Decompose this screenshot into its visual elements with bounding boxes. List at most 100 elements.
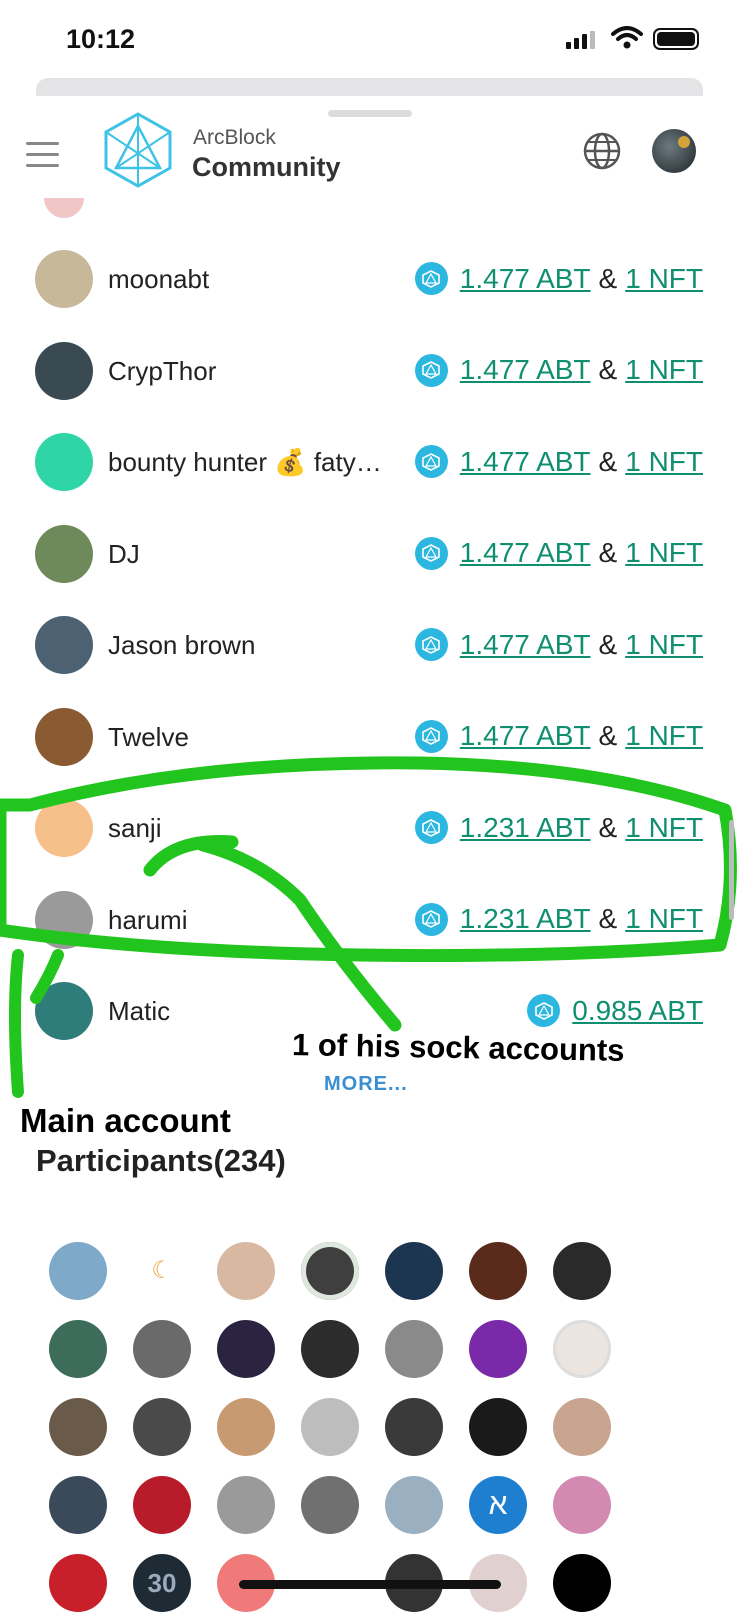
- nft-link[interactable]: 1 NFT: [625, 537, 703, 569]
- participant-avatar[interactable]: [385, 1242, 443, 1300]
- winner-avatar[interactable]: [35, 433, 93, 491]
- participant-avatar[interactable]: ☾: [133, 1242, 191, 1300]
- winner-name[interactable]: moonabt: [108, 264, 209, 295]
- abt-token-icon: [414, 811, 448, 844]
- participant-avatar[interactable]: [301, 1320, 359, 1378]
- participant-avatar[interactable]: [553, 1242, 611, 1300]
- winner-reward: 1.231 ABT & 1 NFT: [414, 811, 703, 844]
- winner-row[interactable]: sanji 1.231 ABT & 1 NFT: [0, 799, 739, 859]
- winner-avatar[interactable]: [35, 799, 93, 857]
- abt-amount-link[interactable]: 1.477 ABT: [460, 446, 591, 478]
- ampersand: &: [598, 354, 618, 385]
- participant-avatar[interactable]: א: [469, 1476, 527, 1534]
- winner-name[interactable]: harumi: [108, 905, 187, 936]
- menu-icon[interactable]: [26, 142, 59, 175]
- participant-avatar[interactable]: [385, 1398, 443, 1456]
- nft-link[interactable]: 1 NFT: [625, 720, 703, 752]
- winner-row[interactable]: bounty hunter 💰 faty… 1.477 ABT & 1 NFT: [0, 433, 739, 493]
- winner-reward: 1.477 ABT & 1 NFT: [414, 536, 703, 570]
- participant-avatar[interactable]: [385, 1320, 443, 1378]
- participant-avatar[interactable]: [49, 1476, 107, 1534]
- participant-avatar[interactable]: [49, 1554, 107, 1612]
- winner-row[interactable]: CrypThor 1.477 ABT & 1 NFT: [0, 341, 739, 402]
- thirty-glyph: 30: [147, 1568, 177, 1598]
- app-header: ArcBlock Community: [0, 100, 739, 208]
- abt-amount-link[interactable]: 1.477 ABT: [460, 263, 591, 295]
- scrollbar[interactable]: [729, 820, 734, 920]
- status-bar: 10:12: [0, 0, 739, 80]
- participant-avatar[interactable]: [469, 1242, 527, 1300]
- participant-avatar[interactable]: [553, 1398, 611, 1456]
- more-link[interactable]: MORE...: [324, 1073, 408, 1096]
- participant-avatar[interactable]: [301, 1398, 359, 1456]
- abt-amount-link[interactable]: 0.985 ABT: [572, 995, 703, 1027]
- participant-avatar[interactable]: [385, 1476, 443, 1534]
- ampersand: &: [598, 445, 618, 477]
- winner-avatar[interactable]: [35, 524, 93, 583]
- browser-url-bar[interactable]: [36, 78, 703, 96]
- arcblock-logo-icon[interactable]: [102, 110, 174, 190]
- winner-reward: 1.477 ABT & 1 NFT: [414, 445, 703, 478]
- winner-row[interactable]: moonabt 1.477 ABT & 1 NFT: [0, 250, 739, 310]
- participant-avatar[interactable]: [217, 1320, 275, 1378]
- winner-name[interactable]: CrypThor: [108, 356, 216, 387]
- winner-row[interactable]: Twelve 1.477 ABT & 1 NFT: [0, 707, 739, 768]
- winner-reward: 1.231 ABT & 1 NFT: [414, 902, 703, 936]
- participant-avatar[interactable]: [49, 1398, 107, 1456]
- winner-row[interactable]: DJ 1.477 ABT & 1 NFT: [0, 524, 739, 585]
- winner-avatar[interactable]: [35, 707, 93, 766]
- participant-avatar[interactable]: [49, 1320, 107, 1378]
- language-globe-icon[interactable]: [582, 131, 622, 171]
- participant-avatar[interactable]: [553, 1554, 611, 1612]
- nft-link[interactable]: 1 NFT: [625, 629, 703, 661]
- winner-avatar[interactable]: [35, 982, 93, 1040]
- participant-avatar[interactable]: [217, 1242, 275, 1300]
- participant-avatar[interactable]: [469, 1320, 527, 1378]
- ampersand: &: [598, 262, 618, 294]
- participant-avatar[interactable]: [133, 1476, 191, 1534]
- nft-link[interactable]: 1 NFT: [625, 263, 703, 295]
- winner-name[interactable]: Jason brown: [108, 630, 255, 661]
- participant-avatar[interactable]: [49, 1242, 107, 1300]
- winner-reward: 1.477 ABT & 1 NFT: [414, 353, 703, 387]
- participant-avatar[interactable]: 30: [133, 1554, 191, 1612]
- winner-name[interactable]: Matic: [108, 996, 170, 1027]
- participant-avatar[interactable]: [217, 1398, 275, 1456]
- participant-avatar[interactable]: [301, 1476, 359, 1534]
- winner-row[interactable]: harumi 1.231 ABT & 1 NFT: [0, 890, 739, 951]
- winner-name[interactable]: Twelve: [108, 722, 189, 753]
- aleph-glyph: א: [488, 1488, 508, 1521]
- battery-icon: [653, 28, 699, 50]
- participant-avatar[interactable]: [469, 1398, 527, 1456]
- participant-avatar[interactable]: [301, 1242, 359, 1300]
- participant-avatar[interactable]: [133, 1320, 191, 1378]
- participant-avatar[interactable]: [553, 1476, 611, 1534]
- nft-link[interactable]: 1 NFT: [625, 354, 703, 386]
- abt-amount-link[interactable]: 1.231 ABT: [460, 903, 591, 935]
- abt-amount-link[interactable]: 1.477 ABT: [460, 354, 591, 386]
- participant-avatar[interactable]: [133, 1398, 191, 1456]
- annotation-sock-label: 1 of his sock accounts: [291, 1027, 625, 1068]
- winner-avatar[interactable]: [35, 890, 93, 949]
- home-indicator[interactable]: [239, 1580, 501, 1589]
- winner-avatar[interactable]: [35, 341, 93, 400]
- abt-amount-link[interactable]: 1.477 ABT: [460, 629, 591, 661]
- user-avatar[interactable]: [652, 129, 696, 173]
- winner-avatar[interactable]: [35, 250, 93, 308]
- participant-avatar[interactable]: [553, 1320, 611, 1378]
- abt-amount-link[interactable]: 1.477 ABT: [460, 537, 591, 569]
- winner-name[interactable]: DJ: [108, 539, 140, 570]
- winner-avatar[interactable]: [35, 616, 93, 674]
- abt-amount-link[interactable]: 1.477 ABT: [460, 720, 591, 752]
- nft-link[interactable]: 1 NFT: [625, 446, 703, 478]
- winner-row[interactable]: Jason brown 1.477 ABT & 1 NFT: [0, 616, 739, 676]
- winner-name[interactable]: sanji: [108, 813, 161, 844]
- participant-avatar[interactable]: [217, 1476, 275, 1534]
- brand-subtitle: Community: [192, 152, 341, 182]
- abt-token-icon: [414, 719, 448, 753]
- nft-link[interactable]: 1 NFT: [625, 812, 703, 844]
- nft-link[interactable]: 1 NFT: [625, 903, 703, 935]
- ampersand: &: [598, 628, 618, 660]
- winner-name[interactable]: bounty hunter 💰 faty…: [108, 447, 382, 478]
- abt-amount-link[interactable]: 1.231 ABT: [460, 812, 591, 844]
